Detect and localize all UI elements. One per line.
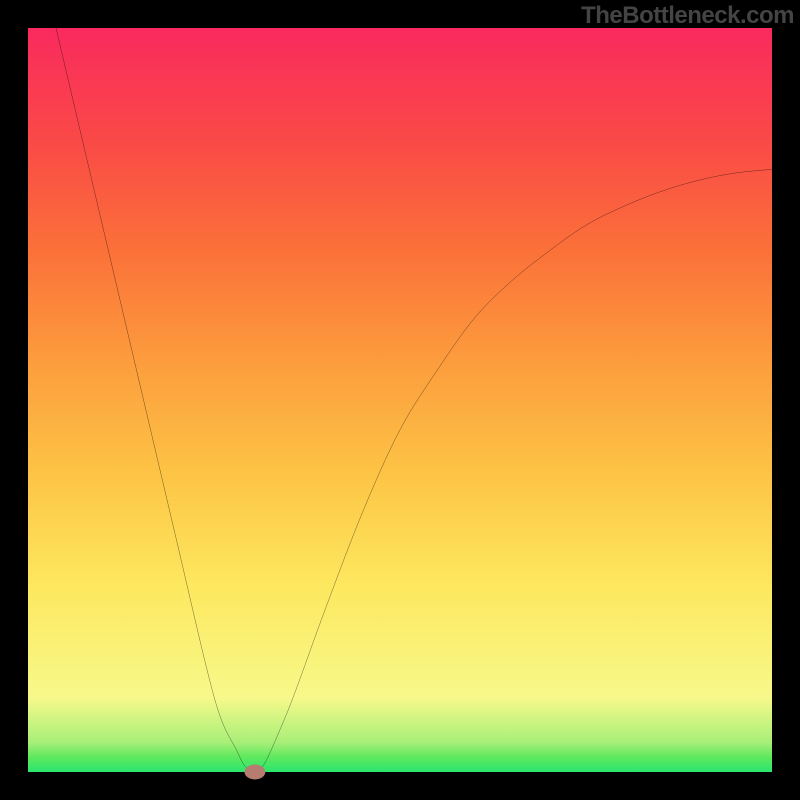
chart-svg (28, 28, 772, 772)
minimum-marker (245, 765, 266, 780)
watermark-text: TheBottleneck.com (581, 2, 794, 30)
chart-container: TheBottleneck.com (0, 0, 800, 800)
bottleneck-curve (28, 0, 772, 772)
